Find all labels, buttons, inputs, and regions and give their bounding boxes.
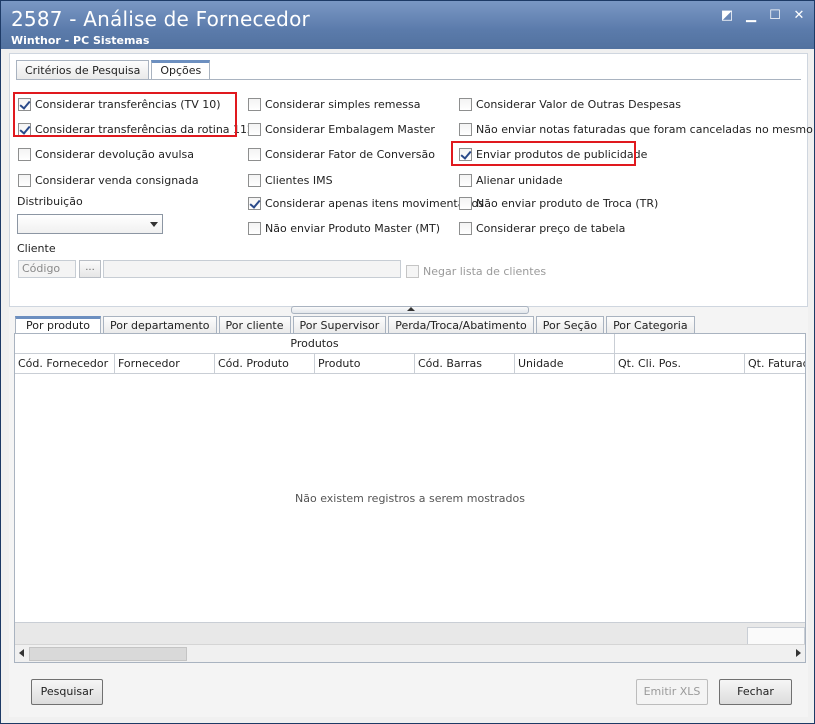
chk-venda-consignada[interactable]: Considerar venda consignada bbox=[18, 172, 199, 188]
app-window: 2587 - Análise de Fornecedor Winthor - P… bbox=[0, 0, 815, 724]
chk-label: Não enviar Produto Master (MT) bbox=[265, 221, 441, 235]
column-header[interactable]: Unidade bbox=[515, 354, 615, 373]
chk-preco-tabela[interactable]: Considerar preço de tabela bbox=[459, 220, 625, 236]
tab-criterios[interactable]: Critérios de Pesquisa bbox=[16, 60, 150, 80]
chk-negar-lista[interactable]: Negar lista de clientes bbox=[406, 263, 546, 279]
chk-label: Clientes IMS bbox=[265, 173, 333, 187]
chk-embalagem-master[interactable]: Considerar Embalagem Master bbox=[248, 121, 435, 137]
tab-opcoes[interactable]: Opções bbox=[151, 60, 211, 80]
scroll-thumb[interactable] bbox=[29, 647, 187, 661]
column-header[interactable]: Qt. Cli. Pos. bbox=[615, 354, 745, 373]
chk-label: Considerar Embalagem Master bbox=[265, 122, 435, 136]
grid-header-row: Cód. Fornecedor Fornecedor Cód. Produto … bbox=[15, 354, 805, 374]
chk-label: Considerar apenas itens movimentados bbox=[265, 196, 484, 210]
checkbox-icon[interactable] bbox=[18, 147, 31, 161]
chevron-down-icon bbox=[150, 222, 158, 227]
chk-outras-despesas[interactable]: Considerar Valor de Outras Despesas bbox=[459, 96, 681, 112]
column-header[interactable]: Qt. Faturad bbox=[745, 354, 805, 373]
chk-label: Não enviar produto de Troca (TR) bbox=[476, 196, 659, 210]
chk-label: Considerar simples remessa bbox=[265, 97, 421, 111]
window-title: 2587 - Análise de Fornecedor bbox=[11, 7, 310, 31]
close-icon[interactable]: ✕ bbox=[792, 9, 806, 23]
fechar-button[interactable]: Fechar bbox=[719, 679, 792, 705]
checkbox-checked-icon[interactable] bbox=[248, 196, 261, 210]
column-header[interactable]: Fornecedor bbox=[115, 354, 215, 373]
chk-label: Considerar Valor de Outras Despesas bbox=[476, 97, 682, 111]
tab-perda-troca[interactable]: Perda/Troca/Abatimento bbox=[388, 316, 534, 334]
checkbox-icon[interactable] bbox=[459, 196, 472, 210]
checkbox-icon[interactable] bbox=[406, 264, 419, 278]
chk-produto-troca[interactable]: Não enviar produto de Troca (TR) bbox=[459, 195, 658, 211]
tab-por-categoria[interactable]: Por Categoria bbox=[606, 316, 695, 334]
distribuicao-label: Distribuição bbox=[17, 195, 83, 208]
chk-simples-remessa[interactable]: Considerar simples remessa bbox=[248, 96, 420, 112]
scroll-right-icon[interactable] bbox=[796, 649, 801, 657]
chk-label: Considerar preço de tabela bbox=[476, 221, 626, 235]
client-area: Critérios de Pesquisa Opções Considerar … bbox=[9, 53, 815, 717]
tab-por-secao[interactable]: Por Seção bbox=[535, 316, 605, 334]
chk-clientes-ims[interactable]: Clientes IMS bbox=[248, 172, 333, 188]
emitir-xls-button[interactable]: Emitir XLS bbox=[636, 679, 708, 705]
panel-splitter[interactable] bbox=[291, 306, 529, 314]
result-tabs: Por produto Por departamento Por cliente… bbox=[15, 316, 697, 334]
checkbox-icon[interactable] bbox=[459, 97, 472, 111]
chk-itens-movimentados[interactable]: Considerar apenas itens movimentados bbox=[248, 195, 484, 211]
chk-label: Alienar unidade bbox=[476, 173, 563, 187]
chk-produto-master[interactable]: Não enviar Produto Master (MT) bbox=[248, 220, 440, 236]
checkbox-icon[interactable] bbox=[248, 173, 261, 187]
checkbox-icon[interactable] bbox=[248, 221, 261, 235]
grid-footer bbox=[15, 622, 805, 645]
horizontal-scrollbar[interactable] bbox=[15, 644, 805, 662]
restore-icon[interactable]: ◩ bbox=[720, 9, 734, 23]
grid-group-header: Produtos bbox=[15, 334, 615, 354]
cliente-name-input[interactable] bbox=[103, 260, 401, 278]
cliente-label: Cliente bbox=[17, 242, 56, 255]
chk-label: Considerar Fator de Conversão bbox=[265, 147, 435, 161]
highlight-box-transferencias bbox=[13, 92, 237, 137]
footer-cell bbox=[747, 627, 805, 645]
column-header[interactable]: Cód. Fornecedor bbox=[15, 354, 115, 373]
checkbox-icon[interactable] bbox=[459, 122, 472, 136]
chk-label: Não enviar notas faturadas que foram can… bbox=[476, 122, 815, 136]
distribuicao-select[interactable] bbox=[17, 214, 163, 234]
chk-fator-conversao[interactable]: Considerar Fator de Conversão bbox=[248, 146, 435, 162]
highlight-box-publicidade bbox=[451, 141, 636, 166]
minimize-icon[interactable]: ▁ bbox=[744, 9, 758, 23]
checkbox-icon[interactable] bbox=[18, 173, 31, 187]
checkbox-icon[interactable] bbox=[248, 97, 261, 111]
options-panel: Critérios de Pesquisa Opções Considerar … bbox=[9, 53, 815, 307]
chk-label: Considerar venda consignada bbox=[35, 173, 199, 187]
tab-por-cliente[interactable]: Por cliente bbox=[218, 316, 291, 334]
chk-devolucao-avulsa[interactable]: Considerar devolução avulsa bbox=[18, 146, 194, 162]
checkbox-icon[interactable] bbox=[248, 122, 261, 136]
tab-por-produto[interactable]: Por produto bbox=[15, 316, 101, 334]
chk-label: Negar lista de clientes bbox=[423, 264, 547, 278]
results-grid: Produtos Cód. Fornecedor Fornecedor Cód.… bbox=[14, 333, 806, 663]
scroll-left-icon[interactable] bbox=[19, 649, 24, 657]
chk-notas-canceladas[interactable]: Não enviar notas faturadas que foram can… bbox=[459, 121, 815, 137]
chevron-up-icon[interactable] bbox=[407, 307, 415, 311]
cliente-lookup-button[interactable]: ... bbox=[79, 260, 101, 278]
window-subtitle: Winthor - PC Sistemas bbox=[11, 34, 150, 47]
tab-por-supervisor[interactable]: Por Supervisor bbox=[292, 316, 387, 334]
empty-message: Não existem registros a serem mostrados bbox=[295, 492, 525, 505]
chk-alienar-unidade[interactable]: Alienar unidade bbox=[459, 172, 563, 188]
maximize-icon[interactable]: ☐ bbox=[768, 9, 782, 23]
title-bar: 2587 - Análise de Fornecedor Winthor - P… bbox=[1, 1, 814, 49]
checkbox-icon[interactable] bbox=[248, 147, 261, 161]
column-header[interactable]: Cód. Barras bbox=[415, 354, 515, 373]
pesquisar-button[interactable]: Pesquisar bbox=[31, 679, 103, 705]
checkbox-icon[interactable] bbox=[459, 173, 472, 187]
tab-por-departamento[interactable]: Por departamento bbox=[102, 316, 217, 334]
chk-label: Considerar devolução avulsa bbox=[35, 147, 194, 161]
column-header[interactable]: Cód. Produto bbox=[215, 354, 315, 373]
checkbox-icon[interactable] bbox=[459, 221, 472, 235]
cliente-code-input[interactable]: Código bbox=[18, 260, 76, 278]
column-header[interactable]: Produto bbox=[315, 354, 415, 373]
